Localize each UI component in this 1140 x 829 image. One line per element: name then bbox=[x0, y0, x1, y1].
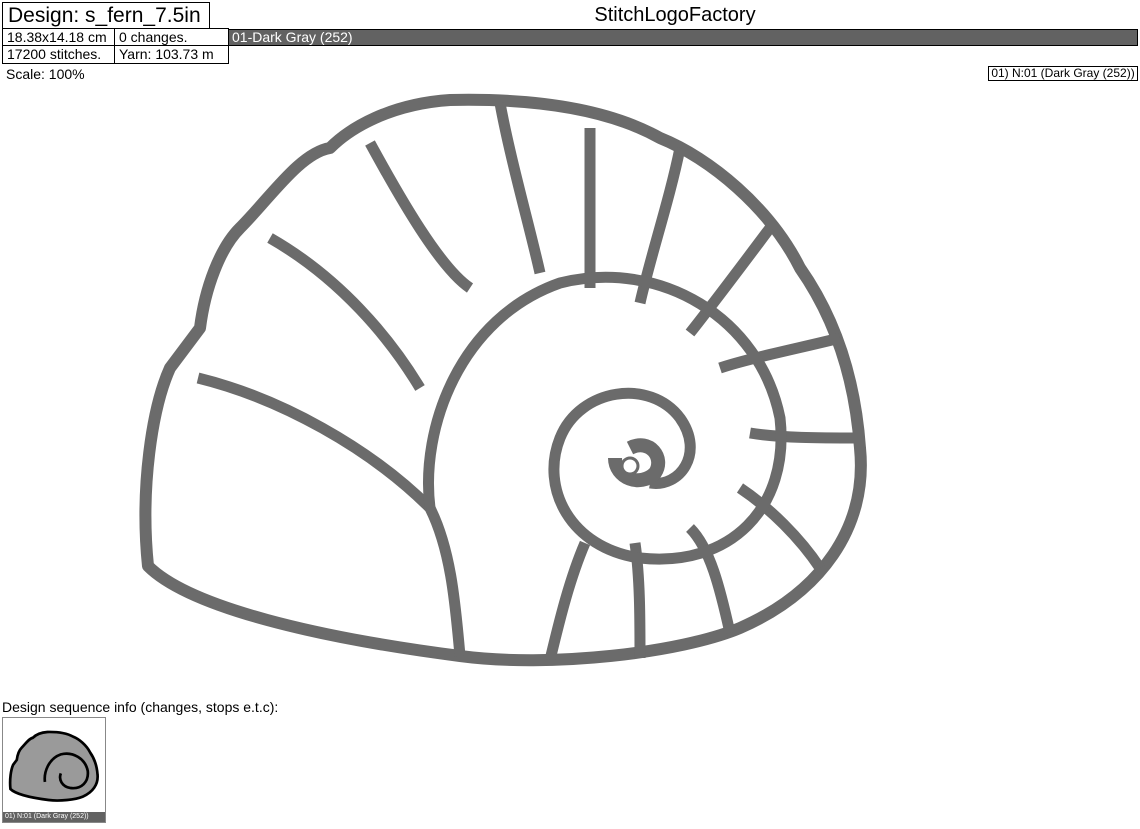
chamber-divider-outer-9 bbox=[749, 427, 861, 444]
thread-color-bar: 01-Dark Gray (252) bbox=[228, 29, 1138, 46]
sequence-thumbnail-preview bbox=[8, 730, 99, 802]
design-title: Design: s_fern_7.5in bbox=[2, 2, 210, 29]
sequence-item-caption: 01) N:01 (Dark Gray (252)) bbox=[3, 812, 105, 822]
yarn-length: Yarn: 103.73 m bbox=[114, 45, 229, 64]
color-changes-count: 0 changes. bbox=[114, 28, 229, 46]
scale-label: Scale: 100% bbox=[6, 66, 85, 82]
stitch-count: 17200 stitches. bbox=[2, 45, 115, 64]
embroidery-design-preview bbox=[139, 93, 867, 667]
app-title: StitchLogoFactory bbox=[594, 4, 756, 26]
nautilus-shell-embroidery bbox=[139, 93, 867, 667]
spiral-center bbox=[620, 456, 640, 476]
shell-outer-shape bbox=[139, 93, 867, 667]
color-legend-item: 01) N:01 (Dark Gray (252)) bbox=[988, 66, 1138, 81]
sequence-info-label: Design sequence info (changes, stops e.t… bbox=[2, 699, 279, 715]
design-dimensions: 18.38x14.18 cm bbox=[2, 28, 115, 46]
sequence-thumbnail[interactable]: 01) N:01 (Dark Gray (252)) bbox=[2, 717, 106, 823]
